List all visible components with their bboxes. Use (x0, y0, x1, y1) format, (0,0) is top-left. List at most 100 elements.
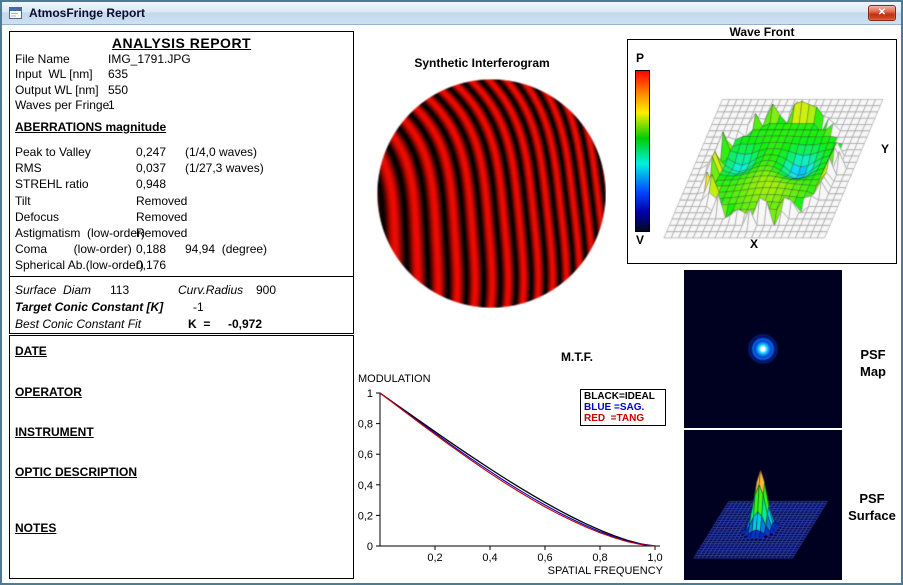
report-fields: File Name IMG_1791.JPG Input WL [nm] 635 Out… (10, 52, 353, 114)
report-row: Coma (low-order) 0,188 94,94 (degree) (10, 241, 353, 257)
mtf-title: M.T.F. (561, 350, 593, 364)
surface-diam-label: Surface Diam (15, 283, 92, 297)
aberrations-heading: ABERRATIONS magnitude (15, 120, 167, 134)
aberration-value: 0,037 (136, 161, 167, 176)
psf-map-label-line1: PSF (860, 347, 886, 362)
surface-section: Surface Diam 113 Curv.Radius 900 Target … (10, 276, 353, 333)
mtf-legend-item: BLUE =SAG. (584, 402, 645, 413)
report-row: Defocus Removed (10, 209, 353, 225)
app-window: AtmosFringe Report ✕ ANALYSIS REPORT Fil… (0, 0, 903, 585)
mtf-x-tick-label: 0,6 (537, 552, 552, 564)
surface-row: Surface Diam 113 Curv.Radius 900 (15, 283, 351, 297)
aberration-label: RMS (15, 161, 42, 176)
interferogram-image (376, 78, 606, 308)
mtf-legend-item: BLACK=IDEAL (584, 391, 655, 402)
aberration-value: 0,176 (136, 258, 167, 273)
report-row: Peak to Valley 0,247 (1/4,0 waves) (10, 144, 353, 160)
colorbar-peak-label: P (636, 51, 645, 65)
form-section-heading: DATE (15, 344, 47, 358)
app-icon (8, 6, 23, 20)
close-button[interactable]: ✕ (868, 5, 896, 21)
target-conic-row: Target Conic Constant [K] -1 (15, 300, 351, 314)
field-label: Waves per Fringe (15, 98, 110, 113)
report-row: RMS 0,037 (1/27,3 waves) (10, 160, 353, 176)
aberration-value: 0,188 (136, 242, 167, 257)
mtf-legend: BLACK=IDEAL BLUE =SAG. RED =TANG (580, 389, 666, 426)
mtf-x-tick-label: 0,8 (592, 552, 607, 564)
psf-map-label: PSF Map (844, 346, 901, 380)
psf-surface-label-line1: PSF (859, 491, 885, 506)
mtf-y-tick-label: 0 (367, 541, 373, 553)
aberration-value: Removed (136, 209, 188, 224)
aberration-extra: (1/4,0 waves) (185, 145, 258, 159)
psf-surface-label-line2: Surface (848, 508, 896, 523)
field-value: 1 (108, 98, 115, 113)
aberration-label: Peak to Valley (15, 145, 91, 159)
report-form-panel: DATE OPERATOR INSTRUMENT OPTIC DESCRIPTION N… (9, 335, 354, 579)
surface-diam-value: 113 (110, 283, 130, 297)
mtf-x-tick-label: 0,4 (482, 552, 497, 564)
mtf-legend-item: RED =TANG (584, 413, 645, 424)
report-row: Waves per Fringe 1 (10, 98, 353, 113)
mtf-y-tick-label: 0,8 (358, 419, 373, 431)
aberration-label: Defocus (15, 209, 60, 224)
aberration-label: Tilt (15, 193, 31, 208)
wavefront-colorbar (635, 70, 650, 232)
aberration-label: Coma (low-order) (15, 242, 132, 257)
colorbar-valley-label: V (636, 233, 645, 247)
form-section-heading: NOTES (15, 521, 57, 535)
form-section-heading: OPTIC DESCRIPTION (15, 465, 138, 479)
aberration-extra: 94,94 (degree) (185, 242, 268, 257)
form-section-heading: INSTRUMENT (15, 425, 94, 439)
report-row: STREHL ratio 0,948 (10, 176, 353, 192)
field-label: File Name (15, 52, 70, 66)
psf-map-image (684, 270, 842, 428)
psf-map-label-line2: Map (860, 364, 886, 379)
form-section-heading: OPERATOR (15, 385, 82, 399)
field-label: Input WL [nm] (15, 67, 93, 82)
report-row: Input WL [nm] 635 (10, 67, 353, 82)
close-icon: ✕ (877, 7, 887, 18)
target-conic-label: Target Conic Constant [K] (15, 300, 164, 314)
aberration-value: Removed (136, 193, 188, 208)
curv-radius-value: 900 (256, 283, 277, 297)
mtf-y-tick-label: 0,6 (358, 449, 373, 461)
mtf-x-tick-label: 1,0 (647, 552, 662, 564)
aberration-label: Astigmatism (low-order) (15, 225, 146, 240)
aberration-value: 0,247 (136, 145, 167, 159)
wavefront-surface-image (652, 46, 892, 258)
best-conic-value: -0,972 (228, 317, 263, 331)
curv-radius-label: Curv.Radius (178, 283, 244, 297)
psf-surface-image (684, 430, 842, 580)
report-row: Spherical Ab.(low-order) 0,176 (10, 257, 353, 273)
aberration-value: 0,948 (136, 177, 167, 192)
mtf-x-axis-title: SPATIAL FREQUENCY (548, 565, 664, 577)
report-row: Output WL [nm] 550 (10, 83, 353, 98)
best-conic-row: Best Conic Constant Fit K = -0,972 (15, 317, 351, 331)
analysis-report-panel: ANALYSIS REPORT File Name IMG_1791.JPG Inp… (9, 31, 354, 334)
window-title: AtmosFringe Report (29, 6, 146, 20)
interferogram-title: Synthetic Interferogram (414, 56, 550, 70)
target-conic-value: -1 (193, 300, 204, 314)
mtf-y-tick-label: 0,4 (358, 480, 373, 492)
report-title: ANALYSIS REPORT (111, 35, 252, 51)
best-conic-k-label: K = (188, 317, 211, 331)
aberration-extra: (1/27,3 waves) (185, 161, 264, 176)
field-value: 550 (108, 82, 129, 97)
aberration-label: STREHL ratio (15, 177, 89, 192)
wavefront-panel: P V Y X (627, 39, 897, 264)
report-row: Astigmatism (low-order) Removed (10, 225, 353, 241)
title-bar[interactable]: AtmosFringe Report (2, 2, 901, 25)
aberration-rows: Peak to Valley 0,247 (1/4,0 waves) RMS 0,037… (10, 144, 353, 274)
best-conic-label: Best Conic Constant Fit (15, 317, 142, 331)
aberration-value: Removed (136, 225, 188, 240)
wavefront-y-axis-label: Y (881, 142, 890, 156)
mtf-y-tick-label: 1 (367, 388, 373, 400)
mtf-y-tick-label: 0,2 (358, 510, 373, 522)
field-value: IMG_1791.JPG (108, 52, 191, 66)
aberration-label: Spherical Ab.(low-order) (15, 258, 144, 273)
wavefront-title: Wave Front (729, 25, 795, 39)
report-row: File Name IMG_1791.JPG (10, 52, 353, 67)
field-value: 635 (108, 67, 129, 82)
field-label: Output WL [nm] (15, 82, 99, 97)
